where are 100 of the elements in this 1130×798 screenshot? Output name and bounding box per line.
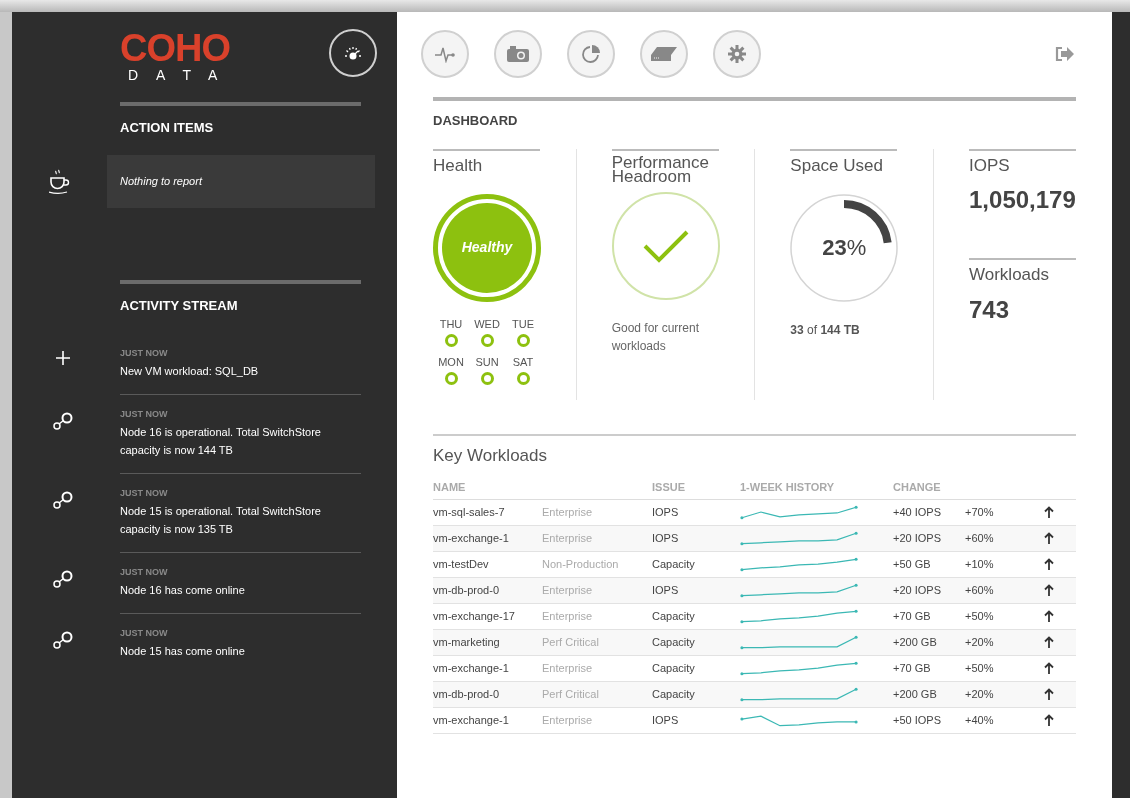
storage-button[interactable] [640,30,688,78]
table-cell-text: +60% [965,582,995,598]
table-cell-text: +60% [965,530,995,546]
table-cell-text: Enterprise [542,660,594,676]
space-percent: 23% [822,234,867,262]
node-link-icon [52,570,74,588]
space-detail: 33 of 144 TB [790,321,861,339]
arrow-up-icon [1044,532,1054,544]
table-cell-text: +20 IOPS [893,582,942,598]
table-cell-text: Enterprise [542,504,594,520]
iops-value: 1,050,179 [969,185,1076,214]
table-cell-text: vm-testDev [433,556,490,572]
logout-icon [1054,46,1074,62]
pulse-icon [434,45,456,63]
table-cell-text: vm-marketing [433,634,501,650]
settings-button[interactable] [713,30,761,78]
day-label: WED [474,317,500,331]
table-cell-text: +200 GB [893,634,938,650]
table-cell-text: +70% [965,504,995,520]
section-title: ACTIVITY STREAM [120,296,239,315]
arrow-up-icon [1044,636,1054,648]
table-cell-text: +50 IOPS [893,712,942,728]
card-title: IOPS [969,155,1011,176]
arrow-up-icon [1044,688,1054,700]
table-cell-text: IOPS [652,582,680,598]
table-cell-text: Enterprise [542,582,594,598]
table-cell-text: Capacity [652,660,696,676]
table-cell-text: Enterprise [542,530,594,546]
arrow-up-icon [1044,714,1054,726]
arrow-up-icon [1044,584,1054,596]
table-cell-text: +50 GB [893,556,932,572]
analytics-button[interactable] [567,30,615,78]
table-cell-text: Enterprise [542,712,594,728]
card-title: Space Used [790,155,884,176]
activity-time: JUST NOW [120,408,169,420]
workloads-value: 743 [969,295,1011,324]
pie-chart-icon [581,44,601,64]
health-badge: Healthy [433,193,541,302]
day-label: TUE [512,317,534,331]
empty-message: Nothing to report [120,173,202,189]
node-link-icon [52,491,74,509]
card-title: Workloads [969,264,1050,285]
table-cell-text: vm-sql-sales-7 [433,504,506,520]
gauge-button[interactable] [329,29,377,77]
page-title: DASHBOARD [433,112,519,130]
table-cell-text: vm-exchange-1 [433,530,510,546]
activity-message: Node 15 is operational. Total SwitchStore capacity is now 135 TB [120,504,322,537]
card-caption: Good for current workloads [611,319,701,355]
table-cell-text: +50% [965,660,995,676]
table-cell-text: vm-exchange-1 [433,660,510,676]
column-header: NAME [433,479,467,495]
table-cell-text: vm-db-prod-0 [433,582,501,598]
settings-icon [727,44,747,64]
table-cell-text: +20% [965,686,995,702]
column-header: ISSUE [652,479,686,495]
section-title: ACTION ITEMS [120,119,215,137]
activity-time: JUST NOW [120,487,169,499]
activity-time: JUST NOW [120,347,169,359]
table-cell-text: vm-exchange-17 [433,608,516,624]
activity-time: JUST NOW [120,627,169,639]
plus-icon [56,351,70,365]
activity-message: Node 16 is operational. Total SwitchStore capacity is now 144 TB [120,425,322,458]
arrow-up-icon [1044,662,1054,674]
activity-message: New VM workload: SQL_DB [120,364,260,379]
table-cell-text: +70 GB [893,608,932,624]
table-cell-text: Enterprise [542,608,594,624]
table-cell-text: vm-exchange-1 [433,712,510,728]
table-cell-text: Capacity [652,686,696,702]
gauge-icon [342,45,364,61]
column-header: 1-WEEK HISTORY [740,479,836,495]
table-cell-text: +200 GB [893,686,938,702]
table-cell-text: +50% [965,608,995,624]
table-cell-text: Capacity [652,634,696,650]
table-cell-text: Capacity [652,556,696,572]
table-cell-text: +10% [965,556,995,572]
table-cell-text: IOPS [652,504,680,520]
table-cell-text: +70 GB [893,660,932,676]
table-cell-text: IOPS [652,530,680,546]
activity-time: JUST NOW [120,566,169,578]
day-label: MON [438,355,464,369]
camera-icon [507,46,529,62]
logo: COHO DATA [120,29,236,83]
drive-icon [651,47,677,61]
column-header: CHANGE [893,479,941,495]
table-cell-text: Non-Production [542,556,620,572]
section-title: Key Workloads [433,444,548,467]
card-title: Health [433,155,484,176]
arrow-up-icon [1044,506,1054,518]
snapshot-button[interactable] [494,30,542,78]
card-title: Performance Headroom [611,155,710,184]
activity-button[interactable] [421,30,469,78]
node-link-icon [52,412,74,430]
activity-message: Node 15 has come online [120,644,246,659]
table-cell-text: vm-db-prod-0 [433,686,501,702]
coffee-cup-icon [48,168,71,194]
day-label: SUN [475,355,499,369]
node-link-icon [52,631,74,649]
table-cell-text: Capacity [652,608,696,624]
table-cell-text: Perf Critical [542,686,600,702]
table-cell-text: +20% [965,634,995,650]
